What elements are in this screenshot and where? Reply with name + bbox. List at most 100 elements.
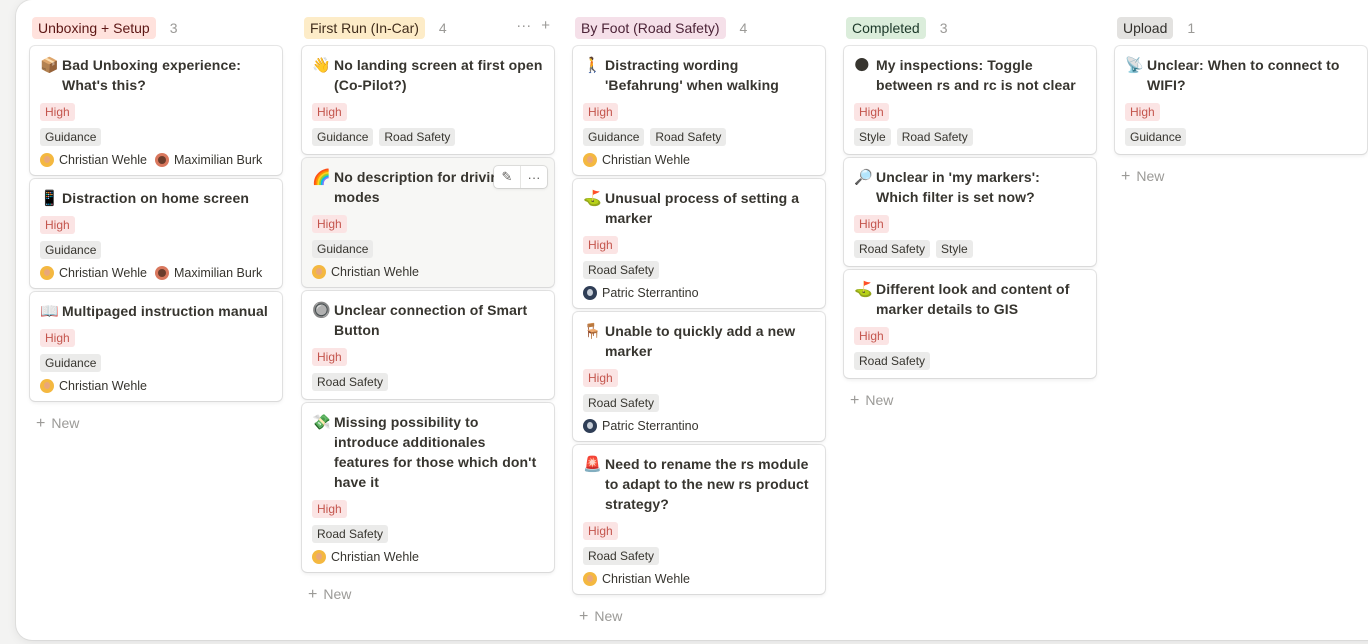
priority-badge: High [583,369,618,387]
board-card[interactable]: 🚶 Distracting wording 'Befahrung' when wa… [573,46,825,175]
board-card[interactable]: 🪑 Unable to quickly add a new marker High R… [573,312,825,441]
priority-badge: High [854,215,889,233]
board-card[interactable]: 🌈 No description for driving modes High Gui… [302,158,554,287]
priority-row: High [583,236,815,254]
category-tag: Guidance [40,241,102,259]
board-card[interactable]: 💸 Missing possibility to introduce additi… [302,403,554,572]
assignees: Patric Sterrantino [583,286,815,300]
assignee: Christian Wehle [40,266,147,280]
category-tag: Guidance [312,128,374,146]
avatar [312,265,326,279]
column-title[interactable]: First Run (In-Car) [304,17,425,39]
priority-row: High [583,103,815,121]
column-header: Upload 1 [1115,14,1367,42]
card-title: 💸 Missing possibility to introduce additi… [312,412,544,492]
assignee-name: Christian Wehle [59,379,148,393]
board-card[interactable]: ⛳ Unusual process of setting a marker High… [573,179,825,308]
priority-row: High [312,500,544,518]
new-card-button[interactable]: + New [302,576,554,614]
edit-icon[interactable]: ✎ [494,166,520,188]
column-title[interactable]: Unboxing + Setup [32,17,156,39]
assignee: Christian Wehle [312,265,419,279]
card-title: 📡 Unclear: When to connect to WIFI? [1125,55,1357,95]
category-tag: Guidance [40,128,102,146]
category-tag: Road Safety [854,240,931,258]
add-icon[interactable]: + [541,17,550,34]
avatar [583,286,597,300]
assignee: Maximilian Burk [155,153,262,167]
card-list: 🌑 My inspections: Toggle between rs and r… [844,46,1096,378]
board-card[interactable]: 📖 Multipaged instruction manual High Guidan… [30,292,282,401]
board-card[interactable]: 🔎 Unclear in 'my markers': Which filter i… [844,158,1096,266]
category-tag: Guidance [40,354,102,372]
card-emoji-icon: 💸 [312,413,331,431]
board-column: Unboxing + Setup 3 📦 Bad Unboxing experienc… [30,14,282,443]
board-card[interactable]: 📦 Bad Unboxing experience: What's this? Hi… [30,46,282,175]
priority-row: High [312,215,544,233]
avatar [40,266,54,280]
category-tag: Road Safety [583,261,660,279]
assignee: Christian Wehle [583,153,690,167]
avatar [312,550,326,564]
card-list: 👋 No landing screen at first open (Co-Pil… [302,46,554,572]
column-title[interactable]: Completed [846,17,926,39]
priority-row: High [312,103,544,121]
board-card[interactable]: ⛳ Different look and content of marker de… [844,270,1096,378]
more-icon[interactable]: ··· [520,166,547,188]
card-title: 🌑 My inspections: Toggle between rs and r… [854,55,1086,95]
new-card-button[interactable]: + New [573,598,825,636]
card-title: 🚨 Need to rename the rs module to adapt t… [583,454,815,514]
priority-row: High [854,215,1086,233]
assignee-name: Christian Wehle [602,572,691,586]
assignees: Christian Wehle [312,265,544,279]
assignee: Patric Sterrantino [583,419,699,433]
plus-icon: + [850,392,860,409]
tag-row: Road Safety [312,373,544,391]
tag-row: Guidance Road Safety [583,128,815,146]
board-card[interactable]: 🌑 My inspections: Toggle between rs and r… [844,46,1096,154]
tag-row: Guidance [40,241,272,259]
assignee: Christian Wehle [312,550,419,564]
assignee: Patric Sterrantino [583,286,699,300]
board-card[interactable]: 👋 No landing screen at first open (Co-Pil… [302,46,554,154]
category-tag: Road Safety [312,525,389,543]
assignees: Christian Wehle [583,153,815,167]
column-title[interactable]: By Foot (Road Safety) [575,17,726,39]
board-card[interactable]: 🚨 Need to rename the rs module to adapt t… [573,445,825,594]
assignees: Christian Wehle Maximilian Burk [40,266,272,280]
tag-row: Road Safety [854,352,1086,370]
board-card[interactable]: 📡 Unclear: When to connect to WIFI? High Gu… [1115,46,1367,154]
card-title: 🔘 Unclear connection of Smart Button [312,300,544,340]
category-tag: Style [936,240,973,258]
column-actions: ··· + [516,17,550,34]
tag-row: Guidance [40,128,272,146]
card-title-text: Unclear: When to connect to WIFI? [1147,57,1340,93]
board-column: First Run (In-Car) 4 ··· + 👋 No landing scree… [302,14,554,614]
priority-badge: High [312,348,347,366]
category-tag: Road Safety [312,373,389,391]
priority-row: High [40,329,272,347]
more-icon[interactable]: ··· [516,17,531,34]
priority-badge: High [40,103,75,121]
new-card-button[interactable]: + New [844,382,1096,420]
assignees: Christian Wehle Maximilian Burk [40,153,272,167]
priority-badge: High [40,329,75,347]
plus-icon: + [36,415,46,432]
column-title[interactable]: Upload [1117,17,1174,39]
assignee-name: Christian Wehle [59,153,148,167]
priority-badge: High [583,103,618,121]
board-card[interactable]: 📱 Distraction on home screen High Guidance C… [30,179,282,288]
assignee: Christian Wehle [40,379,147,393]
card-list: 📡 Unclear: When to connect to WIFI? High Gu… [1115,46,1367,154]
avatar [583,153,597,167]
assignees: Christian Wehle [312,550,544,564]
card-emoji-icon: 🔎 [854,168,873,186]
board-card[interactable]: 🔘 Unclear connection of Smart Button High R… [302,291,554,399]
category-tag: Style [854,128,891,146]
card-title: 🚶 Distracting wording 'Befahrung' when wa… [583,55,815,95]
category-tag: Road Safety [650,128,727,146]
new-card-button[interactable]: + New [1115,158,1367,196]
new-card-button[interactable]: + New [30,405,282,443]
priority-badge: High [854,327,889,345]
category-tag: Guidance [583,128,645,146]
